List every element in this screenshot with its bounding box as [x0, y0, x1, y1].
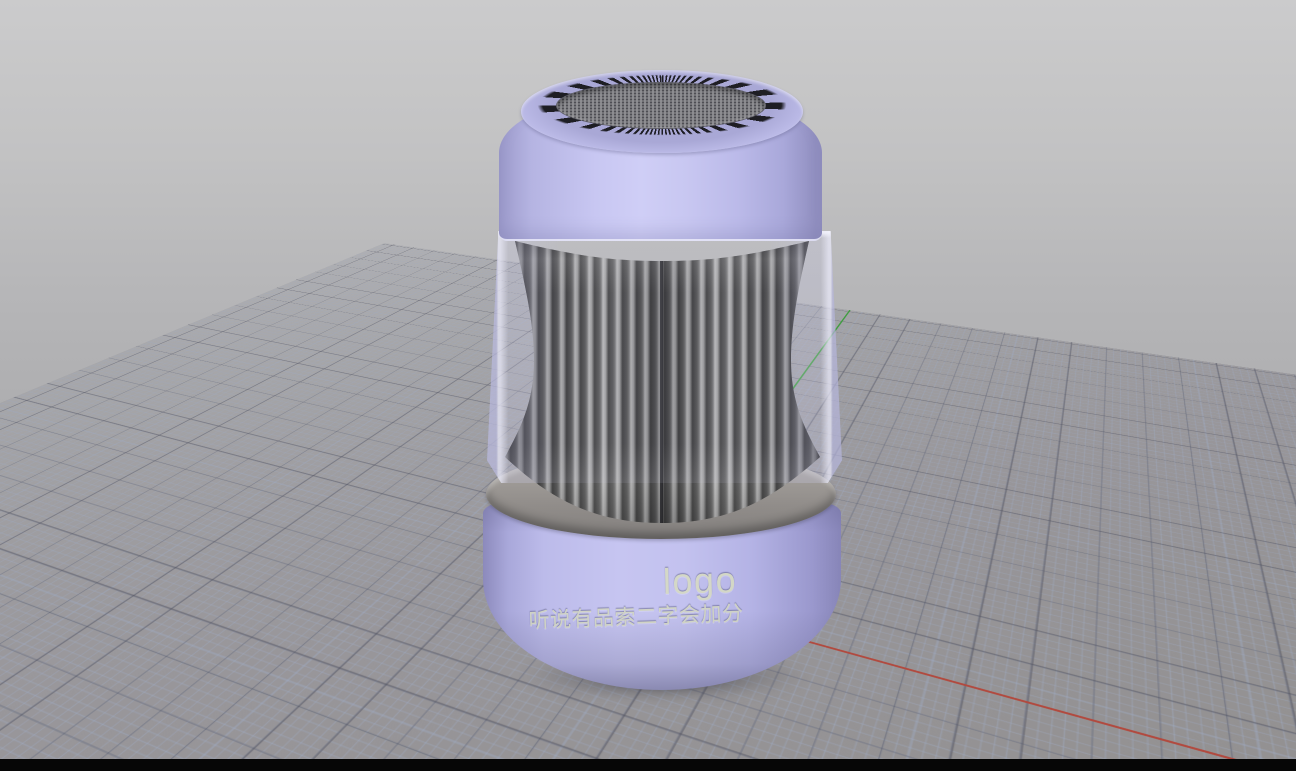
- product-model[interactable]: logo 听说有品索二字会加分: [0, 0, 1296, 771]
- letterbox-bar: [0, 759, 1296, 771]
- render-viewport[interactable]: logo 听说有品索二字会加分: [0, 0, 1296, 771]
- mesh-filter-disk: [556, 82, 766, 129]
- transparent-housing: [487, 231, 842, 483]
